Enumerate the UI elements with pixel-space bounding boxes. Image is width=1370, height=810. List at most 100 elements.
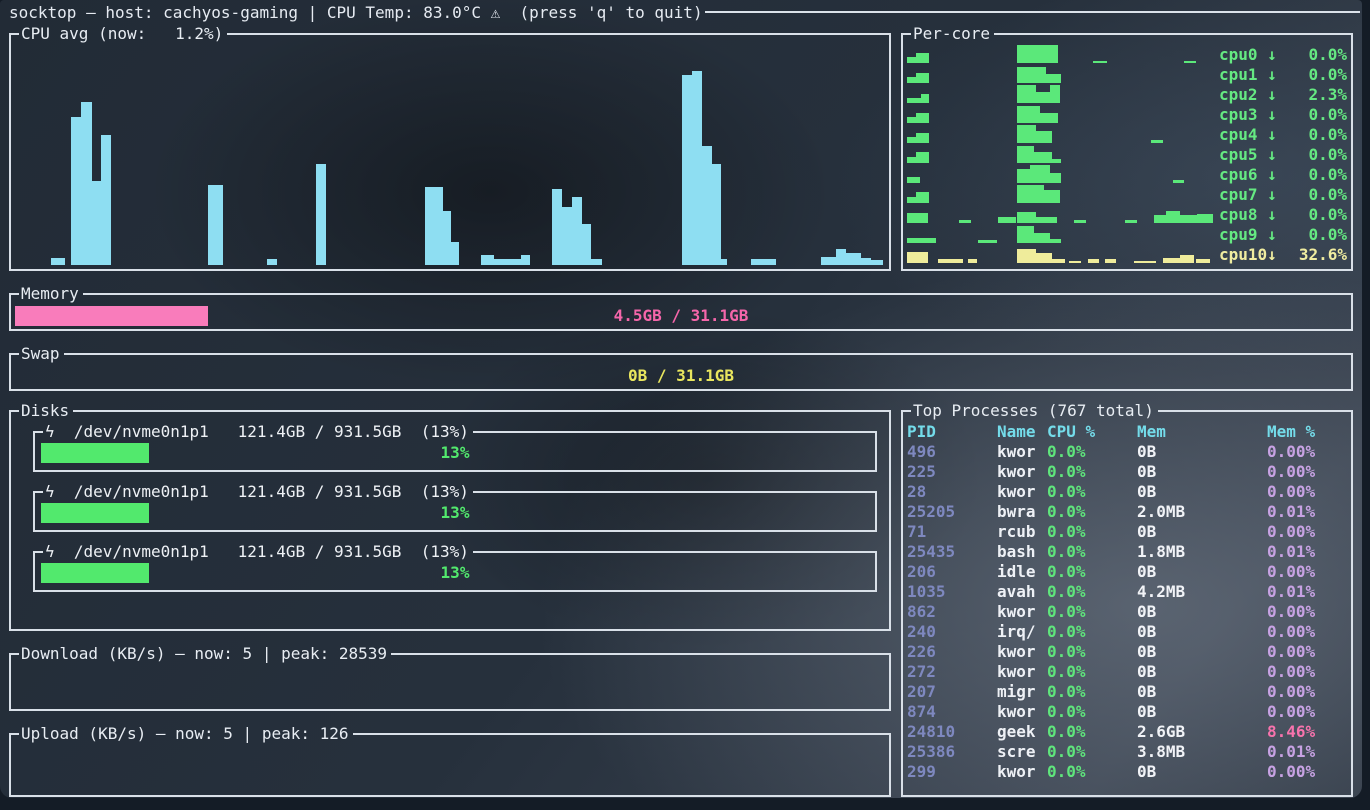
core-bar (1036, 92, 1050, 103)
process-row: 226kwor0.0%0B0.00% (907, 642, 1347, 662)
core-bar (1017, 106, 1040, 123)
core-bar (907, 177, 920, 183)
core-bar (1017, 125, 1037, 143)
process-row: 25386scre0.0%3.8MB0.01% (907, 742, 1347, 762)
cpu-history-bar (451, 242, 459, 265)
core-bar (1088, 259, 1099, 263)
process-mem: 1.8MB (1137, 542, 1267, 562)
cpu-history-bar (267, 259, 277, 265)
core-bar (1166, 211, 1180, 223)
process-mem: 2.6GB (1137, 722, 1267, 742)
disk-usage-label: 13% (39, 443, 871, 462)
core-name: cpu2 (1219, 85, 1267, 105)
process-cpu: 0.0% (1047, 742, 1137, 762)
process-cpu: 0.0% (1047, 462, 1137, 482)
core-name: cpu9 (1219, 225, 1267, 245)
core-bar (907, 238, 936, 243)
swap-gauge-label: 0B / 31.1GB (15, 366, 1347, 385)
cpu-history-bar (481, 255, 494, 265)
core-bar (916, 113, 929, 123)
process-mem-pct: 0.00% (1267, 682, 1347, 702)
core-usage-value: 0.0% (1277, 65, 1347, 85)
process-mem-pct: 0.00% (1267, 662, 1347, 682)
core-row: cpu4↓0.0% (907, 125, 1347, 145)
core-sparkline (907, 245, 1215, 265)
process-row: 28kwor0.0%0B0.00% (907, 482, 1347, 502)
process-name: avah (997, 582, 1047, 602)
core-bar (907, 57, 916, 63)
disk-item: ϟ /dev/nvme0n1p1 121.4GB / 931.5GB (13%)… (33, 542, 877, 592)
cpu-history-bar (721, 259, 727, 265)
core-trend-down-icon: ↓ (1267, 65, 1277, 85)
core-sparkline (907, 165, 1215, 185)
core-sparkline (907, 105, 1215, 125)
core-bar (968, 259, 978, 263)
core-bar (1180, 215, 1198, 223)
core-label: cpu9↓0.0% (1219, 225, 1347, 245)
process-mem-pct: 0.01% (1267, 582, 1347, 602)
core-trend-down-icon: ↓ (1267, 125, 1277, 145)
per-core-rows: cpu0↓0.0%cpu1↓0.0%cpu2↓2.3%cpu3↓0.0%cpu4… (907, 45, 1347, 265)
core-usage-value: 0.0% (1277, 205, 1347, 225)
process-name: kwor (997, 462, 1047, 482)
disk-usage-gauge: 13% (39, 503, 871, 523)
core-bar (1069, 261, 1081, 263)
process-cpu: 0.0% (1047, 722, 1137, 742)
swap-title: Swap (19, 344, 64, 363)
core-bar (1036, 253, 1052, 263)
core-row: cpu3↓0.0% (907, 105, 1347, 125)
core-name: cpu4 (1219, 125, 1267, 145)
process-name: rcub (997, 522, 1047, 542)
process-cpu: 0.0% (1047, 442, 1137, 462)
process-row: 24810geek0.0%2.6GB8.46% (907, 722, 1347, 742)
core-bar (916, 192, 930, 203)
core-name: cpu8 (1219, 205, 1267, 225)
process-mem-pct: 0.00% (1267, 522, 1347, 542)
cpu-history-bar (821, 257, 836, 265)
cpu-avg-title: CPU avg (now: 1.2%) (19, 24, 227, 43)
process-mem-pct: 0.00% (1267, 762, 1347, 782)
core-bar (1151, 140, 1163, 143)
core-bar (1040, 113, 1058, 123)
cpu-history-bar (702, 146, 712, 265)
cpu-history-bar (81, 102, 92, 265)
process-mem-pct: 0.00% (1267, 482, 1347, 502)
core-bar (1180, 255, 1195, 263)
process-row: 71rcub0.0%0B0.00% (907, 522, 1347, 542)
disk-usage-gauge: 13% (39, 443, 871, 463)
disk-item-title: ϟ /dev/nvme0n1p1 121.4GB / 931.5GB (13%) (43, 482, 473, 501)
process-mem: 2.0MB (1137, 502, 1267, 522)
process-cpu: 0.0% (1047, 702, 1137, 722)
disk-usage-gauge: 13% (39, 563, 871, 583)
upload-panel: Upload (KB/s) — now: 5 | peak: 126 (9, 724, 891, 797)
cpu-history-bar (682, 75, 692, 265)
disk-power-icon: ϟ (45, 422, 55, 441)
core-bar (1173, 180, 1184, 183)
process-pid: 25435 (907, 542, 997, 562)
cpu-history-bar (521, 255, 530, 265)
process-table-header: PIDNameCPU %MemMem % (907, 422, 1347, 442)
core-bar (1050, 173, 1062, 183)
cpu-history-bar (92, 181, 101, 265)
process-mem-pct: 0.01% (1267, 542, 1347, 562)
process-mem: 0B (1137, 642, 1267, 662)
core-label: cpu5↓0.0% (1219, 145, 1347, 165)
core-trend-down-icon: ↓ (1267, 85, 1277, 105)
process-mem-pct: 0.00% (1267, 622, 1347, 642)
process-pid: 28 (907, 482, 997, 502)
core-trend-down-icon: ↓ (1267, 105, 1277, 125)
core-trend-down-icon: ↓ (1267, 45, 1277, 65)
process-name: kwor (997, 602, 1047, 622)
core-name: cpu0 (1219, 45, 1267, 65)
core-bar (1017, 185, 1044, 203)
core-trend-down-icon: ↓ (1267, 185, 1277, 205)
core-label: cpu1↓0.0% (1219, 65, 1347, 85)
core-sparkline (907, 205, 1215, 225)
core-bar (1050, 239, 1062, 243)
process-cpu: 0.0% (1047, 562, 1137, 582)
core-sparkline (907, 45, 1215, 65)
core-bar (1017, 249, 1037, 263)
core-trend-down-icon: ↓ (1267, 165, 1277, 185)
process-name: kwor (997, 482, 1047, 502)
process-column-header: CPU % (1047, 422, 1137, 442)
